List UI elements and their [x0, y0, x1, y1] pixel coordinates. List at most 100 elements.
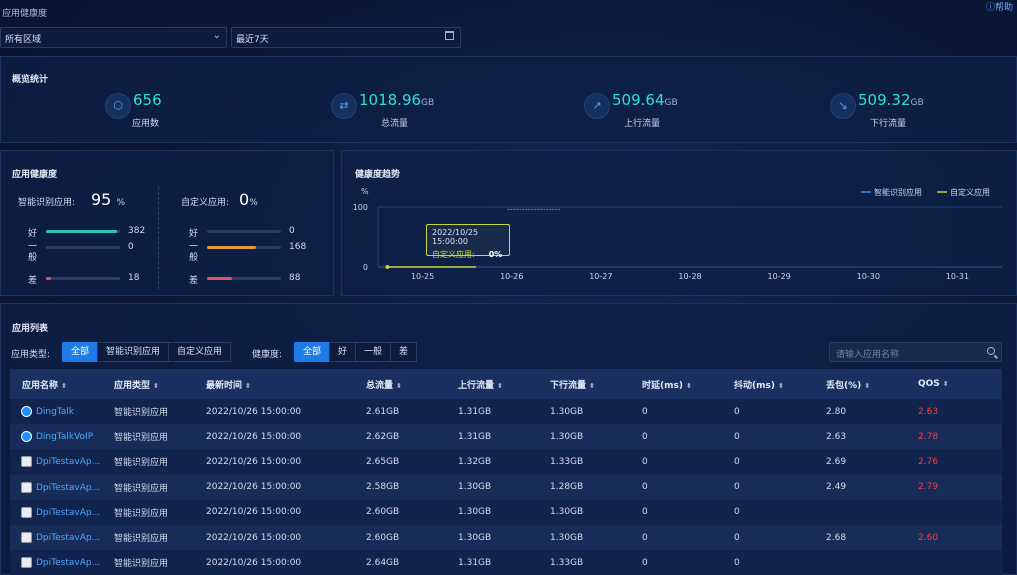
help-link[interactable]: ⓘ帮助 [986, 0, 1013, 13]
sort-icon[interactable]: ⬍ [778, 382, 784, 390]
table-cell: 2.69 [826, 456, 847, 467]
table-row[interactable]: DingTalk 智能识别应用 2022/10/26 15:00:00 2.61GB 1… [10, 399, 1002, 425]
column-header[interactable]: 总流量 ⬍ [354, 369, 446, 399]
overview-panel: 概览统计 ⬡ 656 应用数 ⇄ 1018.96GB 总流量 ↗ 509.64G… [0, 56, 1017, 143]
stat-value: 656 [133, 91, 162, 109]
app-name-link[interactable]: DpiTestavAp... [10, 525, 102, 550]
column-header[interactable]: QOS ⬍ [906, 369, 1002, 399]
table-cell: 0 [642, 557, 648, 568]
chevron-down-icon: ⌄ [212, 30, 221, 41]
table-row[interactable]: DpiTestavAp... 智能识别应用 2022/10/26 15:00:00 2… [10, 474, 1002, 500]
table-row[interactable]: DpiTestavAp... 智能识别应用 2022/10/26 15:00:00 2… [10, 524, 1002, 551]
health-divider [158, 187, 159, 289]
sort-icon[interactable]: ⬍ [245, 382, 251, 390]
trend-panel: 健康度趋势 % 100 0 10-25 10-26 10-27 10-28 10-29 10-3… [341, 150, 1017, 296]
app-table: 应用名称 ⬍ 应用类型 ⬍ 最新时间 ⬍ 总流量 ⬍ 上行流量 ⬍ 下行流量 ⬍ 时延(ms) ⬍ 抖动(m… [10, 369, 1002, 575]
table-cell [814, 500, 906, 525]
table-header: 应用名称 ⬍ 应用类型 ⬍ 最新时间 ⬍ 总流量 ⬍ 上行流量 ⬍ 下行流量 ⬍ 时延(ms) ⬍ 抖动(m… [10, 369, 1002, 399]
app-name-link[interactable]: DpiTestavAp... [10, 500, 102, 525]
sort-icon[interactable]: ⬍ [396, 382, 402, 390]
app-name-link[interactable]: DpiTestavAp... [10, 550, 102, 575]
date-range-picker[interactable]: 最近7天 [231, 27, 461, 48]
column-header[interactable]: 抖动(ms) ⬍ [722, 369, 814, 399]
app-list-title: 应用列表 [12, 324, 49, 334]
table-cell: 0 [642, 406, 648, 417]
sort-icon[interactable]: ⬍ [943, 380, 949, 388]
app-name-link[interactable]: DpiTestavAp... [10, 475, 102, 500]
table-cell: 2.60GB [366, 532, 400, 543]
type-filter-all[interactable]: 全部 [62, 342, 99, 362]
table-row[interactable]: DpiTestavAp... 智能识别应用 2022/10/26 15:00:00 2… [10, 550, 1002, 575]
table-cell: 2.60 [918, 532, 939, 543]
generic-app-icon [21, 481, 32, 493]
table-cell [814, 550, 906, 575]
app-name-link[interactable]: DingTalk [10, 399, 102, 424]
table-cell: 0 [734, 431, 740, 442]
generic-app-icon [21, 506, 32, 518]
table-cell: 1.31GB [458, 431, 492, 442]
table-cell: 2022/10/26 15:00:00 [206, 431, 302, 442]
sort-icon[interactable]: ⬍ [589, 382, 595, 390]
health-filter-normal[interactable]: 一般 [355, 342, 392, 362]
table-cell: 0 [642, 456, 648, 467]
table-row[interactable]: DingTalkVoIP 智能识别应用 2022/10/26 15:00:00 2.6… [10, 424, 1002, 450]
search-placeholder: 请输入应用名称 [836, 350, 900, 360]
column-header[interactable]: 丢包(%) ⬍ [814, 369, 906, 399]
cube-icon: ⬡ [105, 93, 131, 119]
region-select[interactable]: 所有区域 ⌄ [0, 27, 227, 48]
table-cell: 1.30GB [458, 507, 492, 518]
table-cell: 1.28GB [550, 482, 584, 493]
table-row[interactable]: DpiTestavAp... 智能识别应用 2022/10/26 15:00:00 2… [10, 449, 1002, 475]
table-cell: 2.58GB [366, 482, 400, 493]
trend-down-icon: ↘ [830, 93, 856, 119]
table-cell: 1.30GB [550, 532, 584, 543]
health-title: 应用健康度 [12, 170, 58, 180]
table-cell: 1.30GB [550, 507, 584, 518]
table-cell: 2.63 [826, 431, 847, 442]
region-select-value: 所有区域 [5, 35, 42, 45]
table-cell: 1.30GB [550, 406, 584, 417]
column-header[interactable]: 上行流量 ⬍ [446, 369, 538, 399]
sort-icon[interactable]: ⬍ [61, 382, 67, 390]
column-header[interactable]: 应用类型 ⬍ [102, 369, 194, 399]
health-filter-good[interactable]: 好 [329, 342, 357, 362]
sort-icon[interactable]: ⬍ [497, 382, 503, 390]
type-filter-group: 全部 智能识别应用 自定义应用 [62, 342, 232, 362]
type-filter-custom[interactable]: 自定义应用 [168, 342, 232, 362]
app-name-link[interactable]: DpiTestavAp... [10, 449, 102, 474]
table-cell: 0 [734, 406, 740, 417]
table-cell: 2.79 [918, 482, 939, 493]
table-cell: 智能识别应用 [114, 559, 169, 570]
column-header[interactable]: 应用名称 ⬍ [10, 369, 102, 399]
table-cell: 2.78 [918, 431, 939, 442]
sort-icon[interactable]: ⬍ [864, 382, 870, 390]
table-cell: 0 [734, 456, 740, 467]
health-filter-bad[interactable]: 差 [390, 342, 418, 362]
type-filter-smart[interactable]: 智能识别应用 [97, 342, 170, 362]
app-name-link[interactable]: DingTalkVoIP [10, 424, 102, 449]
column-header[interactable]: 时延(ms) ⬍ [630, 369, 722, 399]
column-header[interactable]: 下行流量 ⬍ [538, 369, 630, 399]
search-icon[interactable] [987, 347, 995, 355]
x-tick-label: 10-28 [678, 272, 701, 281]
table-cell: 0 [734, 507, 740, 518]
table-cell: 2022/10/26 15:00:00 [206, 406, 302, 417]
table-row[interactable]: DpiTestavAp... 智能识别应用 2022/10/26 15:00:00 2… [10, 499, 1002, 525]
table-cell: 智能识别应用 [114, 433, 169, 444]
table-cell: 2.76 [918, 456, 939, 467]
health-filter-all[interactable]: 全部 [294, 342, 331, 362]
sort-icon[interactable]: ⬍ [153, 382, 159, 390]
sort-icon[interactable]: ⬍ [686, 382, 692, 390]
table-cell: 1.33GB [550, 557, 584, 568]
x-tick-label: 10-27 [589, 272, 612, 281]
table-cell: 2.65GB [366, 456, 400, 467]
stat-label: 应用数 [132, 119, 160, 129]
app-search-input[interactable]: 请输入应用名称 [829, 342, 1002, 362]
table-cell: 智能识别应用 [114, 458, 169, 469]
stat-value: 509.32GB [858, 91, 924, 109]
swap-arrows-icon: ⇄ [331, 93, 357, 119]
column-header[interactable]: 最新时间 ⬍ [194, 369, 354, 399]
page-title: 应用健康度 [2, 9, 48, 19]
table-cell: 2022/10/26 15:00:00 [206, 507, 302, 518]
smart-percent: 95 % [91, 190, 126, 209]
